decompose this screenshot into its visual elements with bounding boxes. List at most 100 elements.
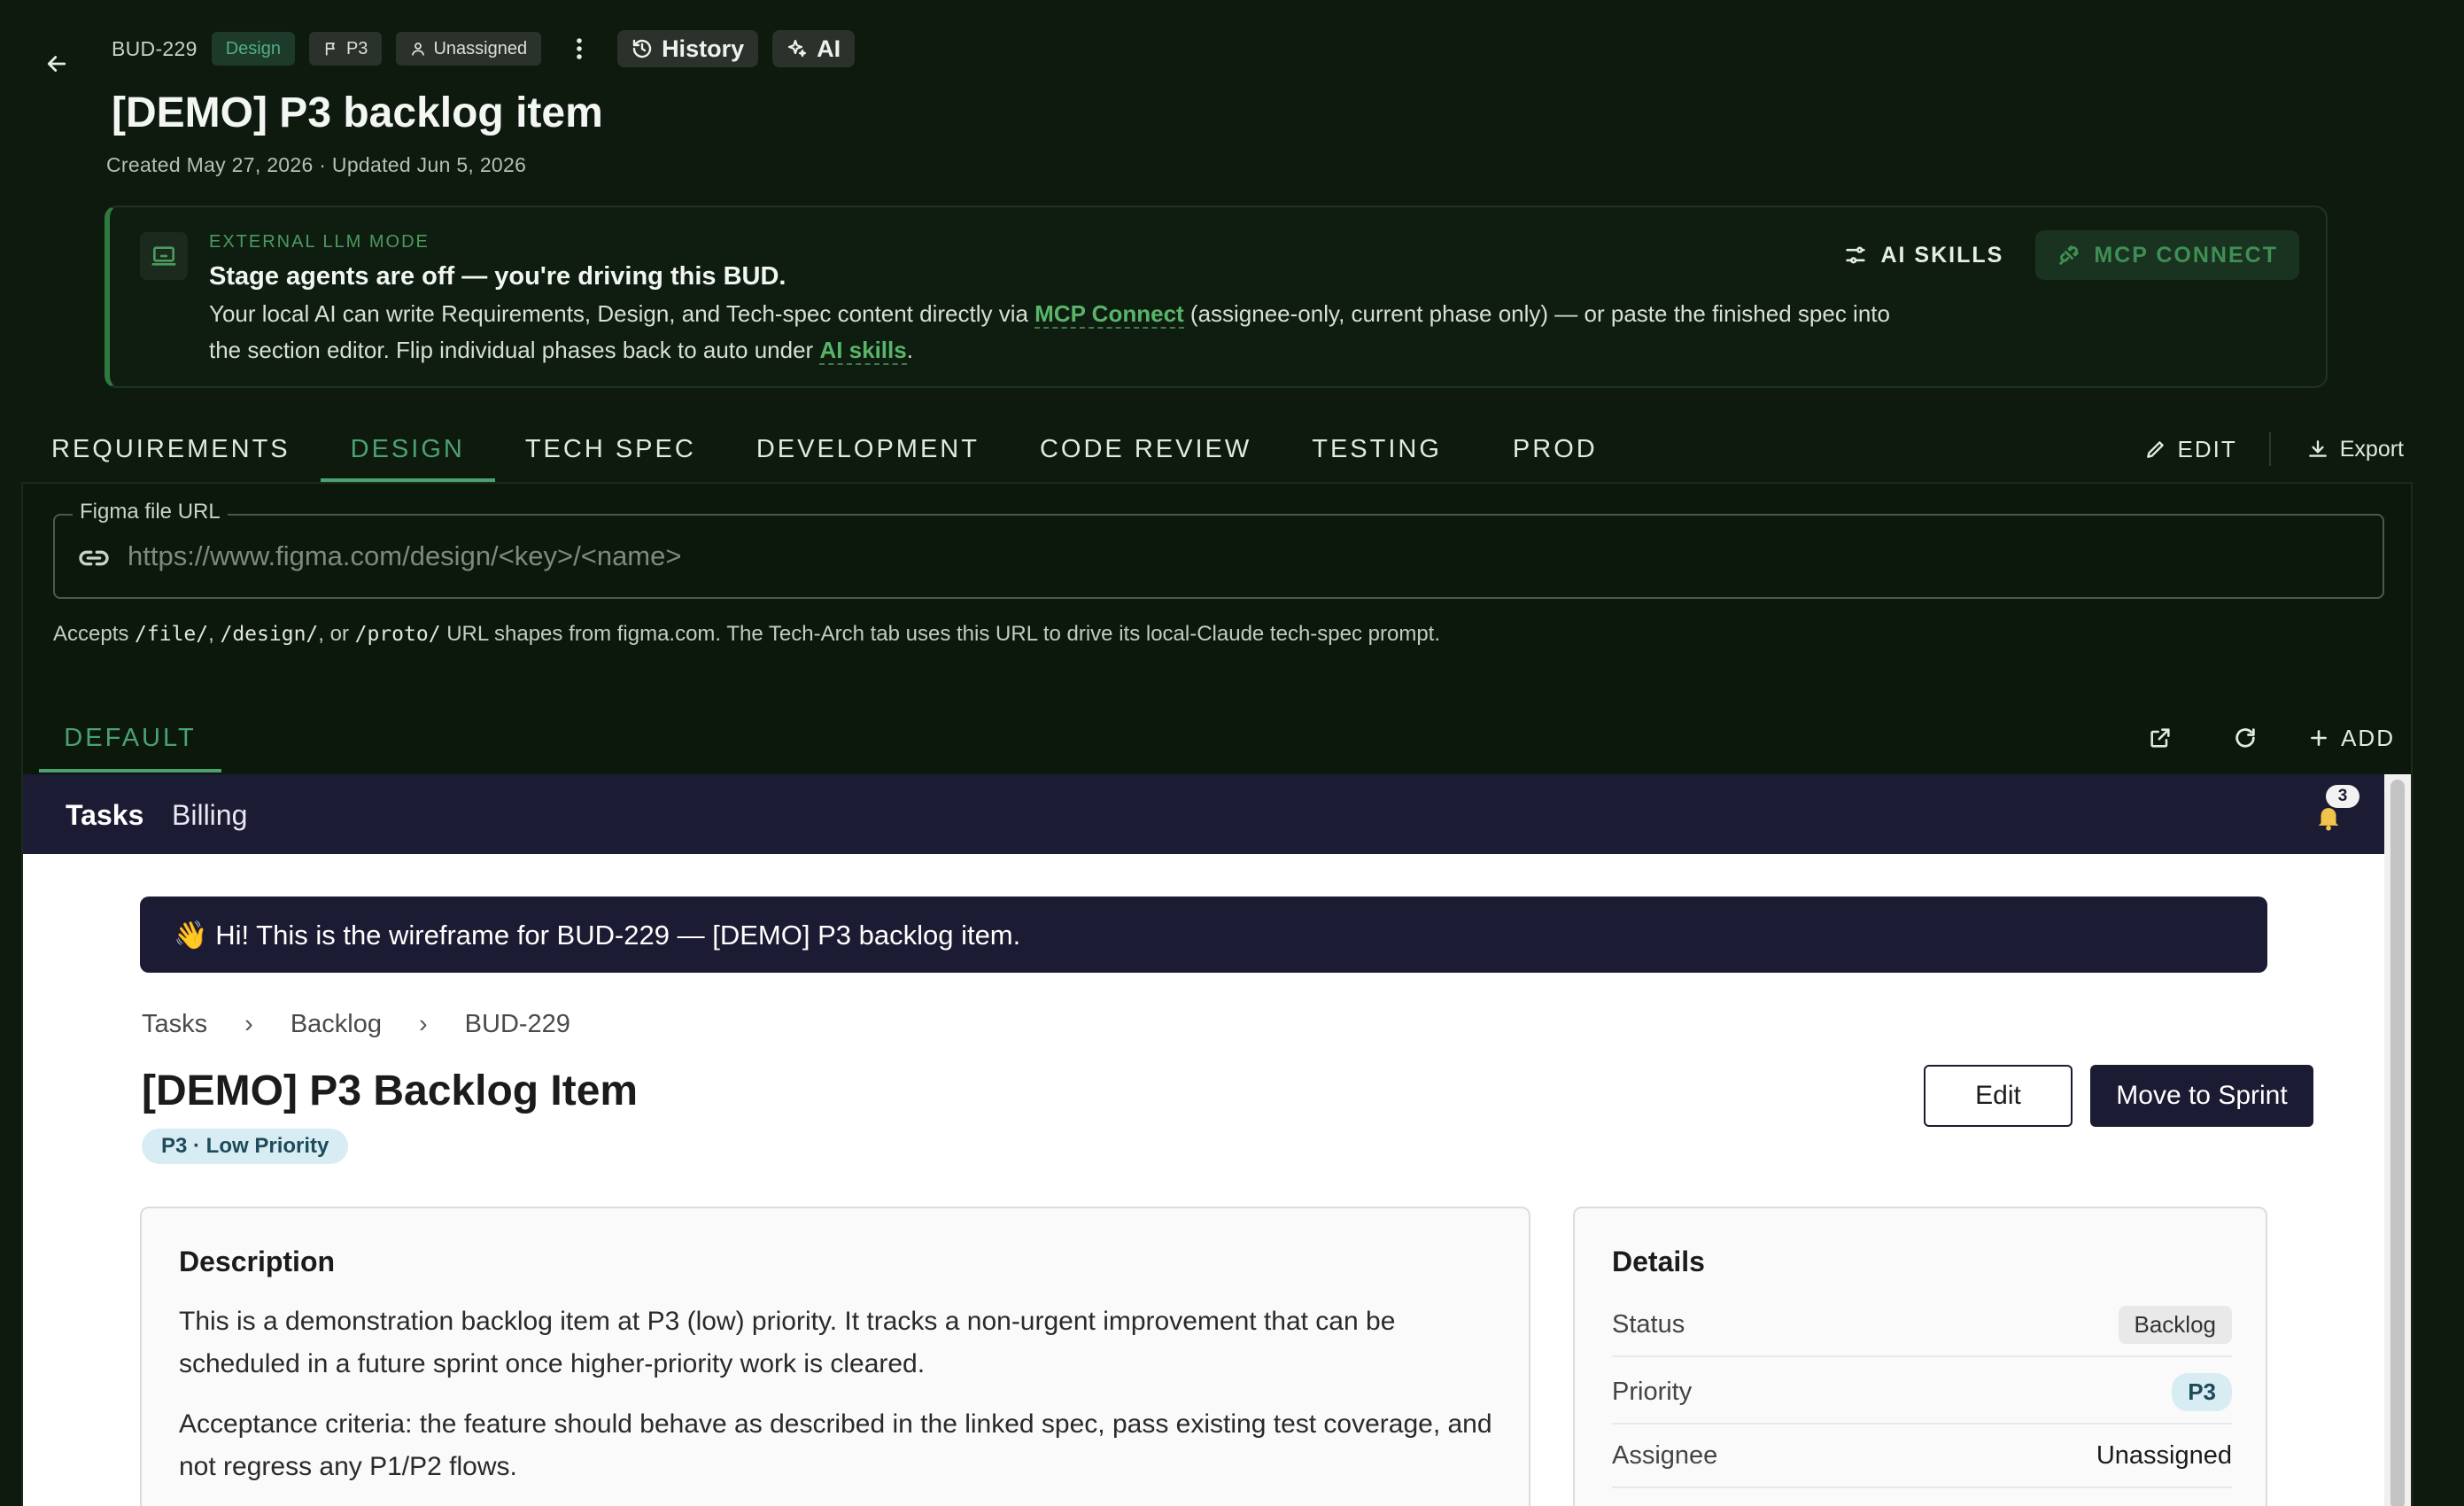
breadcrumb-item[interactable]: Backlog — [291, 1010, 382, 1039]
ai-button[interactable]: AI — [772, 30, 856, 67]
wf-priority-badge: P3 — [2172, 1372, 2232, 1411]
page-meta: Created May 27, 2026 · Updated Jun 5, 20… — [106, 153, 527, 176]
ai-skills-link[interactable]: AI skills — [819, 337, 907, 365]
wf-move-to-sprint-button[interactable]: Move to Sprint — [2090, 1065, 2313, 1127]
open-external-button[interactable] — [2137, 715, 2183, 761]
wireframe-scrollbar[interactable] — [2384, 774, 2411, 1506]
wf-edit-button[interactable]: Edit — [1924, 1065, 2073, 1127]
wf-status-badge: Backlog — [2118, 1305, 2232, 1344]
wf-detail-row-priority: Priority P3 — [1612, 1361, 2232, 1424]
help-text: , — [208, 622, 221, 646]
export-button[interactable]: Export — [2271, 437, 2413, 462]
wf-details-heading: Details — [1612, 1246, 1705, 1277]
plus-icon — [2311, 730, 2327, 746]
wf-details-card: Details Status Backlog Priority P3 Assig… — [1573, 1207, 2267, 1506]
figma-url-input[interactable] — [128, 516, 2342, 597]
history-button[interactable]: History — [617, 30, 759, 67]
breadcrumb-item[interactable]: Tasks — [142, 1010, 207, 1039]
tab-design[interactable]: DESIGN — [320, 416, 496, 482]
person-icon — [412, 43, 425, 56]
tab-tech-spec[interactable]: TECH SPEC — [495, 416, 726, 482]
mcp-connect-button[interactable]: MCP CONNECT — [2035, 230, 2299, 280]
link-icon — [79, 550, 109, 566]
wf-item-title: [DEMO] P3 Backlog Item — [142, 1067, 639, 1114]
bud-id: BUD-229 — [112, 36, 198, 60]
tab-testing[interactable]: TESTING — [1282, 416, 1472, 482]
wf-nav-tasks[interactable]: Tasks — [66, 799, 143, 832]
design-panel: Figma file URL Accepts /file/, /design/,… — [21, 482, 2413, 1506]
phase-tabs: REQUIREMENTS DESIGN TECH SPEC DEVELOPMEN… — [21, 416, 2413, 482]
breadcrumb-separator: › — [244, 1010, 253, 1038]
mcp-connect-link[interactable]: MCP Connect — [1034, 300, 1184, 329]
add-wireframe-button[interactable]: ADD — [2307, 725, 2395, 752]
back-button[interactable] — [39, 46, 74, 82]
wf-detail-row-status: Status Backlog — [1612, 1293, 2232, 1357]
breadcrumb-item: BUD-229 — [464, 1010, 570, 1038]
breadcrumb-separator: › — [418, 1010, 428, 1038]
export-label: Export — [2339, 436, 2404, 462]
wireframe-preview: Tasks Billing 3 👋 Hi! This is the wirefr… — [23, 774, 2386, 1506]
banner-body-text: . — [906, 337, 913, 363]
edit-button[interactable]: EDIT — [2112, 436, 2269, 463]
tab-development[interactable]: DEVELOPMENT — [726, 416, 1010, 482]
external-link-icon — [2150, 728, 2170, 748]
wireframe-actions: ADD — [2137, 703, 2395, 772]
tab-code-review[interactable]: CODE REVIEW — [1010, 416, 1282, 482]
kebab-menu-icon — [577, 38, 582, 59]
help-text: URL shapes from figma.com. The Tech-Arch… — [440, 622, 1441, 646]
external-llm-banner: EXTERNAL LLM MODE Stage agents are off —… — [105, 206, 2328, 388]
page-title: [DEMO] P3 backlog item — [112, 89, 603, 136]
wf-description-card: Description This is a demonstration back… — [140, 1207, 1530, 1506]
mcp-connect-label: MCP CONNECT — [2094, 242, 2278, 268]
phase-chip[interactable]: Design — [211, 32, 295, 66]
add-label: ADD — [2341, 724, 2395, 751]
priority-chip[interactable]: P3 — [308, 32, 383, 66]
wf-description-text: This is a demonstration backlog item at … — [179, 1307, 1396, 1378]
wf-welcome-banner: 👋 Hi! This is the wireframe for BUD-229 … — [140, 897, 2267, 973]
tab-default[interactable]: DEFAULT — [39, 703, 221, 772]
wf-detail-row-assignee: Assignee Unassigned — [1612, 1424, 2232, 1488]
figma-url-help: Accepts /file/, /design/, or /proto/ URL… — [53, 622, 1440, 647]
refresh-button[interactable] — [2222, 715, 2268, 761]
ai-skills-label: AI SKILLS — [1880, 242, 2004, 268]
download-icon — [2308, 440, 2327, 457]
wf-detail-label: Status — [1612, 1309, 1685, 1339]
help-text: , or — [318, 622, 355, 646]
wireframe-nav: Tasks Billing 3 — [23, 774, 2386, 854]
ai-label: AI — [817, 35, 841, 62]
history-icon — [632, 39, 652, 58]
help-text: Accepts — [53, 622, 136, 646]
tab-prod[interactable]: PROD — [1472, 416, 1628, 482]
banner-title: Stage agents are off — you're driving th… — [209, 262, 786, 291]
history-label: History — [662, 35, 745, 62]
wf-description-heading: Description — [179, 1246, 336, 1277]
wf-nav-billing[interactable]: Billing — [172, 799, 247, 832]
wf-detail-label: Assignee — [1612, 1440, 1718, 1470]
assignee-chip[interactable]: Unassigned — [396, 32, 542, 66]
banner-actions: AI SKILLS MCP CONNECT — [1831, 230, 2299, 280]
wf-priority-tag: P3 · Low Priority — [142, 1129, 349, 1164]
sliders-icon — [1846, 246, 1866, 264]
assignee-chip-label: Unassigned — [433, 38, 528, 58]
banner-label: EXTERNAL LLM MODE — [209, 232, 430, 252]
bud-header-bar: BUD-229 Design P3 Unassigned History AI — [112, 30, 856, 67]
sparkle-icon — [787, 39, 807, 58]
plug-icon — [2059, 245, 2080, 265]
ai-skills-button[interactable]: AI SKILLS — [1831, 230, 2016, 280]
help-code: /design/ — [220, 623, 319, 646]
tab-actions: EDIT Export — [2112, 416, 2414, 482]
pencil-icon — [2146, 441, 2164, 458]
wireframe-tabs: DEFAULT ADD — [39, 703, 2395, 772]
priority-chip-label: P3 — [345, 38, 368, 58]
banner-body: Your local AI can write Requirements, De… — [209, 296, 1892, 369]
wf-assignee-value: Unassigned — [2096, 1440, 2232, 1470]
edit-label: EDIT — [2177, 435, 2237, 462]
breadcrumb: Tasks › Backlog › BUD-229 — [142, 1010, 570, 1039]
banner-body-text: Your local AI can write Requirements, De… — [209, 300, 1035, 327]
scrollbar-thumb[interactable] — [2390, 780, 2405, 1506]
tab-requirements[interactable]: REQUIREMENTS — [21, 416, 321, 482]
arrow-left-icon — [47, 56, 66, 72]
more-options-button[interactable] — [564, 31, 594, 66]
figma-url-field: Figma file URL — [53, 500, 2384, 599]
laptop-icon — [140, 232, 188, 280]
